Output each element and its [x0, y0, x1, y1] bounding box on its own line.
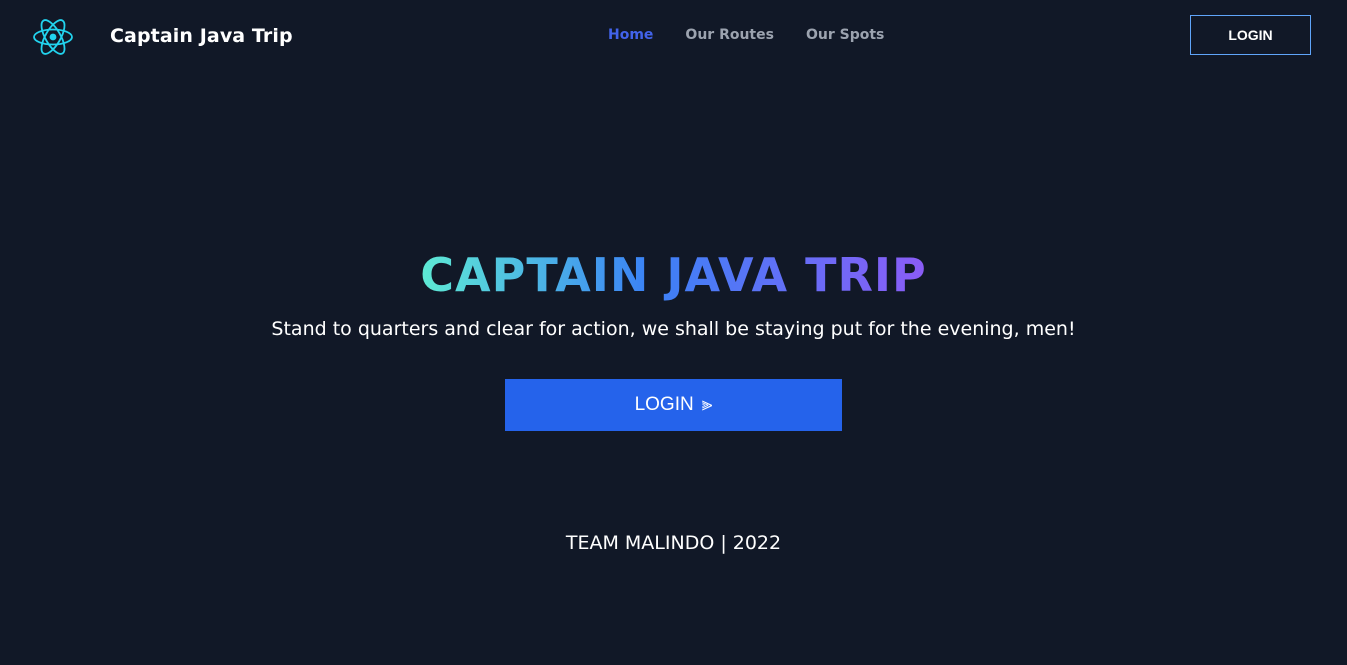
react-atom-icon[interactable] — [32, 16, 74, 58]
nav-links: Home Our Routes Our Spots — [608, 27, 884, 43]
footer-text: TEAM MALINDO | 2022 — [565, 532, 782, 554]
nav-link-home[interactable]: Home — [608, 27, 653, 43]
hero-login-label: LOGIN — [634, 394, 694, 415]
brand-name[interactable]: Captain Java Trip — [110, 25, 293, 47]
nav-login-button[interactable]: LOGIN — [1190, 15, 1311, 55]
hero-title-text: CAPTAIN JAVA TRIP — [420, 248, 927, 302]
hero-login-button[interactable]: LOGIN ⫸ — [505, 379, 842, 431]
nav-link-our-routes[interactable]: Our Routes — [685, 27, 774, 43]
double-chevron-right-icon: ⫸ — [701, 394, 713, 415]
hero-title: CAPTAIN JAVA TRIP — [0, 248, 1347, 302]
nav-link-our-spots[interactable]: Our Spots — [806, 27, 884, 43]
hero-subtitle: Stand to quarters and clear for action, … — [271, 318, 1076, 340]
navbar: Captain Java Trip Home Our Routes Our Sp… — [0, 0, 1347, 72]
